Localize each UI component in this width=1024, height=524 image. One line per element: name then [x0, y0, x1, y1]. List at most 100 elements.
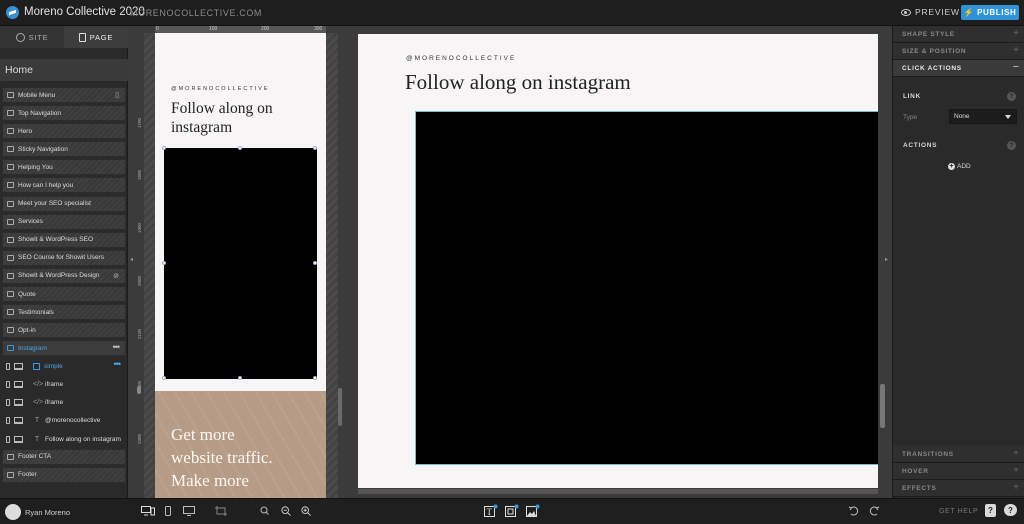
get-help-label[interactable]: GET HELP — [939, 508, 978, 515]
desktop-icon[interactable] — [14, 363, 23, 371]
element-item[interactable]: </> iframe — [2, 395, 126, 412]
mobile-icon[interactable] — [6, 399, 10, 407]
instagram-embed-box[interactable] — [164, 148, 317, 379]
help-icon[interactable]: ? — [1007, 141, 1016, 150]
section-icon — [7, 236, 14, 243]
mobile-icon[interactable] — [6, 435, 10, 443]
collapse-left-icon[interactable]: ◂ — [130, 256, 133, 263]
desktop-icon[interactable] — [14, 381, 23, 389]
tab-page[interactable]: PAGE — [64, 26, 128, 48]
panel-size-position[interactable]: SIZE & POSITION + — [893, 43, 1024, 60]
section-item[interactable]: Meet your SEO specialist — [2, 195, 126, 212]
showit-logo-icon[interactable] — [6, 6, 19, 19]
section-icon — [7, 128, 14, 135]
publish-button[interactable]: ⚡ PUBLISH — [961, 5, 1019, 20]
selection-handle[interactable] — [313, 376, 317, 380]
add-shape-icon[interactable] — [505, 504, 519, 518]
selection-handle[interactable] — [162, 146, 166, 150]
instagram-handle-text[interactable]: @MORENOCOLLECTIVE — [406, 55, 516, 62]
avatar[interactable] — [5, 504, 21, 520]
selection-handle[interactable] — [162, 261, 166, 265]
add-image-icon[interactable] — [526, 504, 540, 518]
zoom-in-icon[interactable] — [300, 506, 312, 516]
section-item[interactable]: Quote — [2, 286, 126, 303]
desktop-view-icon[interactable] — [183, 506, 195, 516]
zoom-out-icon[interactable] — [260, 506, 269, 516]
plus-circle-icon: + — [948, 163, 955, 170]
element-item[interactable]: T @morenocollective — [2, 413, 126, 430]
zoom-fit-icon[interactable] — [280, 506, 292, 516]
element-item[interactable]: T Follow along on instagram — [2, 431, 126, 448]
element-item[interactable]: simple ••• — [2, 358, 126, 375]
box-icon — [33, 363, 40, 371]
desktop-icon[interactable] — [14, 417, 23, 425]
section-item[interactable]: Opt-in — [2, 322, 126, 339]
section-item[interactable]: Testimonials — [2, 304, 126, 321]
desktop-canvas[interactable]: @MORENOCOLLECTIVE Follow along on instag… — [358, 34, 878, 488]
link-type-select[interactable]: None — [949, 109, 1017, 124]
preview-button[interactable]: PREVIEW — [901, 7, 960, 17]
element-item[interactable]: </> iframe — [2, 377, 126, 394]
panel-hover[interactable]: HOVER + — [893, 463, 1024, 480]
section-item[interactable]: Footer — [2, 466, 126, 483]
follow-heading[interactable]: Follow along on instagram — [171, 99, 273, 137]
section-icon — [7, 309, 14, 316]
right-panel: SHAPE STYLE + SIZE & POSITION + CLICK ACTI… — [892, 26, 1024, 498]
site-title[interactable]: Moreno Collective 2020 — [24, 6, 145, 18]
footer-cta-preview[interactable]: Get more website traffic. Make more — [155, 391, 326, 498]
more-options-icon[interactable]: ••• — [114, 359, 122, 369]
add-action-button[interactable]: + ADD — [948, 163, 971, 170]
help-docs-icon[interactable]: ? — [985, 504, 996, 517]
section-item[interactable]: Showit & WordPress Design ⊘ — [2, 267, 126, 284]
mobile-scrollbar[interactable] — [338, 388, 342, 426]
mobile-icon[interactable] — [6, 381, 10, 389]
bottom-bar: Ryan Moreno T GET HELP ? ? — [0, 498, 1024, 524]
more-options-icon[interactable]: ••• — [113, 342, 121, 352]
section-item[interactable]: Hero — [2, 123, 126, 140]
site-url[interactable]: MORENOCOLLECTIVE.COM — [130, 8, 262, 18]
follow-heading[interactable]: Follow along on instagram — [405, 70, 631, 95]
selection-handle[interactable] — [162, 376, 166, 380]
desktop-icon[interactable] — [14, 435, 23, 443]
instagram-handle-text[interactable]: @MORENOCOLLECTIVE — [171, 86, 270, 92]
section-item[interactable]: Showit & WordPress SEO — [2, 231, 126, 248]
section-icon — [7, 345, 14, 352]
panel-effects[interactable]: EFFECTS + — [893, 480, 1024, 497]
vertical-scrollbar[interactable] — [880, 384, 885, 428]
redo-icon[interactable] — [868, 506, 880, 516]
desktop-mobile-view-icon[interactable] — [141, 506, 155, 516]
collapse-right-icon[interactable]: ▸ — [885, 256, 888, 263]
section-item[interactable]: Mobile Menu ▯ — [2, 87, 126, 103]
horizontal-scrollbar[interactable] — [358, 489, 878, 494]
section-item[interactable]: Helping You — [2, 159, 126, 176]
mobile-canvas[interactable]: @MORENOCOLLECTIVE Follow along on instag… — [155, 33, 326, 498]
section-item[interactable]: How can I help you — [2, 177, 126, 194]
undo-icon[interactable] — [848, 506, 860, 516]
user-name[interactable]: Ryan Moreno — [25, 508, 70, 517]
section-item[interactable]: Services — [2, 213, 126, 230]
section-item[interactable]: Top Navigation — [2, 105, 126, 122]
panel-shape-style[interactable]: SHAPE STYLE + — [893, 26, 1024, 43]
selection-handle[interactable] — [238, 146, 242, 150]
hidden-icon[interactable]: ⊘ — [113, 272, 119, 280]
section-item[interactable]: SEO Course for Showit Users — [2, 249, 126, 266]
desktop-icon[interactable] — [14, 399, 23, 407]
selection-handle[interactable] — [238, 376, 242, 380]
section-item[interactable]: Footer CTA — [2, 448, 126, 465]
crop-icon[interactable] — [215, 506, 227, 516]
selection-handle[interactable] — [313, 261, 317, 265]
panel-transitions[interactable]: TRANSITIONS + — [893, 446, 1024, 463]
section-item[interactable]: Sticky Navigation — [2, 141, 126, 158]
help-icon[interactable]: ? — [1007, 92, 1016, 101]
section-item-instagram[interactable]: Instagram ••• — [2, 340, 126, 357]
panel-click-actions[interactable]: CLICK ACTIONS − — [893, 60, 1024, 77]
chat-help-icon[interactable]: ? — [1004, 504, 1017, 516]
mobile-icon[interactable] — [6, 363, 10, 371]
page-selector[interactable]: Home — [0, 59, 128, 81]
add-text-icon[interactable]: T — [484, 504, 498, 518]
mobile-view-icon[interactable] — [165, 506, 171, 516]
mobile-icon[interactable] — [6, 417, 10, 425]
selection-handle[interactable] — [313, 146, 317, 150]
section-resize-handle[interactable] — [137, 386, 141, 394]
tab-site[interactable]: SITE — [0, 26, 64, 48]
